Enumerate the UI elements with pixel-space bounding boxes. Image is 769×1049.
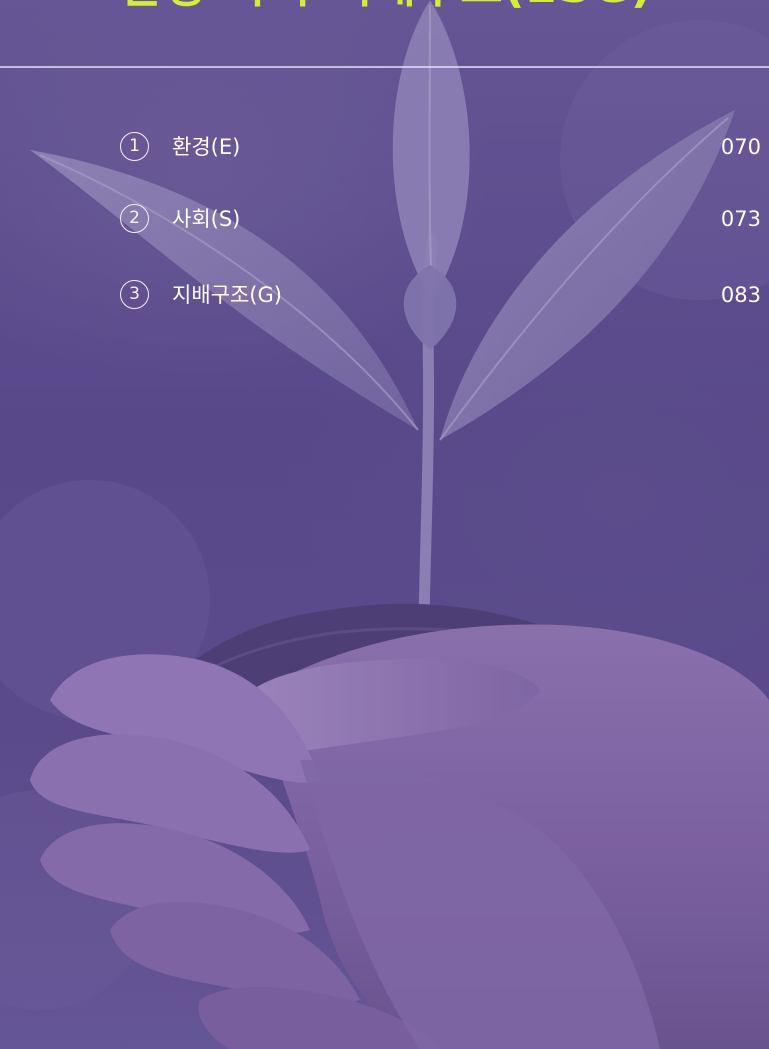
item-number-badge: 3 bbox=[120, 280, 149, 309]
toc-item-environment[interactable]: 1 환경(E) 070 bbox=[120, 132, 769, 164]
toc-item-label: 지배구조(G) bbox=[172, 283, 282, 307]
item-number-badge: 2 bbox=[120, 204, 149, 233]
toc-page-number: 070 bbox=[720, 135, 761, 159]
item-number-badge: 1 bbox=[120, 132, 149, 161]
toc-page: 환경·사회·지배구조(ESG) 1 환경(E) 070 2 사회(S) 073 … bbox=[0, 0, 769, 1049]
toc-item-label: 환경(E) bbox=[172, 135, 241, 159]
title-divider bbox=[0, 66, 769, 68]
page-title-strip: 환경·사회·지배구조(ESG) bbox=[120, 0, 769, 10]
toc-page-number: 073 bbox=[720, 207, 761, 231]
toc-item-governance[interactable]: 3 지배구조(G) 083 bbox=[120, 280, 769, 312]
toc-page-number: 083 bbox=[720, 283, 761, 307]
toc-item-social[interactable]: 2 사회(S) 073 bbox=[120, 204, 769, 236]
toc-item-label: 사회(S) bbox=[172, 207, 241, 231]
page-title: 환경·사회·지배구조(ESG) bbox=[120, 0, 653, 10]
